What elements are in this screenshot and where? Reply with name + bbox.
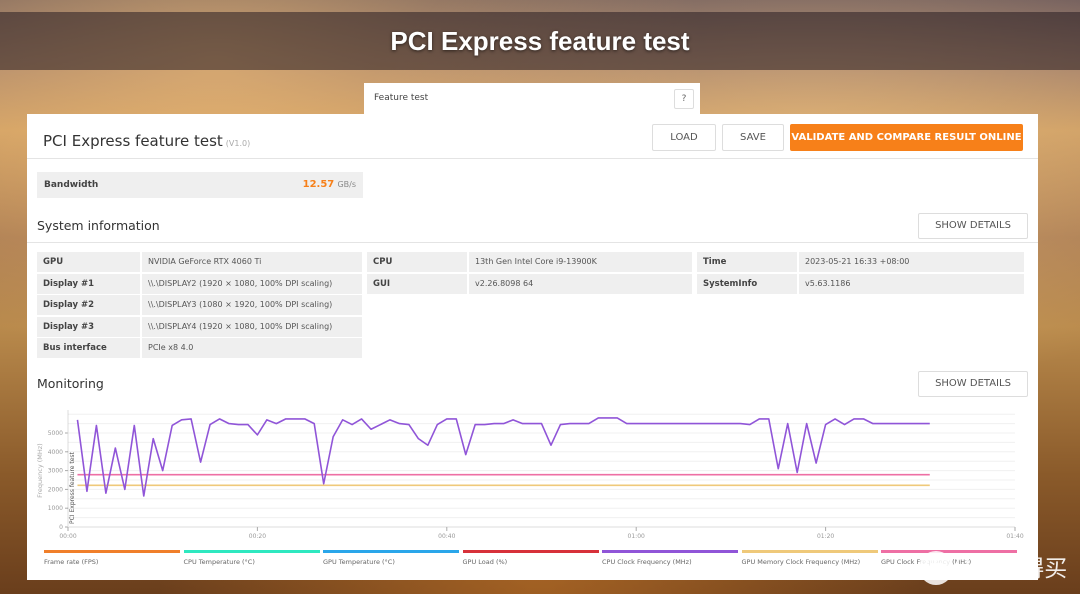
test-annotation: PCI Express feature test — [69, 451, 76, 524]
x-tick-label: 00:00 — [59, 533, 76, 540]
legend-swatch — [323, 550, 459, 553]
watermark-text: 值 什么值得买 — [922, 556, 1068, 582]
y-tick-label: 4000 — [48, 449, 63, 456]
legend-swatch — [183, 550, 320, 553]
monitoring-chart: 0 1000 2000 3000 4000 5000 00:00 00:20 00:40 01:0… — [36, 410, 1024, 540]
series-line-cpu-clock-frequency-mhz — [76, 417, 930, 497]
legend-label: GPU Memory Clock Frequency (MHz) — [741, 558, 861, 566]
legend-label: CPU Temperature (°C) — [183, 558, 255, 566]
y-tick-label: 0 — [59, 524, 63, 531]
legend-swatch — [741, 550, 878, 553]
y-axis-label: Frequency (MHz) — [36, 443, 44, 498]
legend-label: GPU Temperature (°C) — [323, 558, 395, 566]
tab-feature-test[interactable]: Feature test ? — [364, 83, 700, 114]
y-tick-label: 1000 — [48, 505, 63, 512]
legend-swatch — [44, 550, 180, 553]
legend-label: GPU Load (%) — [462, 558, 508, 566]
legend-item[interactable]: CPU Temperature (°C) — [183, 550, 320, 566]
tab-label: Feature test — [374, 93, 429, 103]
x-tick-label: 01:00 — [628, 533, 645, 540]
help-button[interactable]: ? — [674, 89, 694, 109]
legend-item[interactable]: GPU Temperature (°C) — [323, 550, 459, 566]
page-title: PCI Express feature test — [390, 26, 690, 56]
y-tick-label: 2000 — [48, 486, 63, 493]
legend-label: Frame rate (FPS) — [44, 558, 99, 566]
legend-item[interactable]: GPU Memory Clock Frequency (MHz) — [741, 550, 878, 566]
legend-label: CPU Clock Frequency (MHz) — [602, 558, 692, 566]
x-tick-label: 00:20 — [249, 533, 266, 540]
legend-item[interactable]: GPU Load (%) — [462, 550, 599, 566]
y-tick-label: 5000 — [48, 430, 63, 437]
legend-swatch — [462, 550, 599, 553]
x-tick-label: 01:20 — [817, 533, 834, 540]
legend-item[interactable]: CPU Clock Frequency (MHz) — [602, 550, 738, 566]
legend-item[interactable]: Frame rate (FPS) — [44, 550, 180, 566]
y-tick-label: 3000 — [48, 468, 63, 475]
x-tick-label: 00:40 — [438, 533, 455, 540]
x-tick-label: 01:40 — [1006, 533, 1023, 540]
legend-swatch — [602, 550, 738, 553]
result-panel: PCI Express feature test (V1.0) LOAD SAVE… — [27, 114, 1038, 580]
